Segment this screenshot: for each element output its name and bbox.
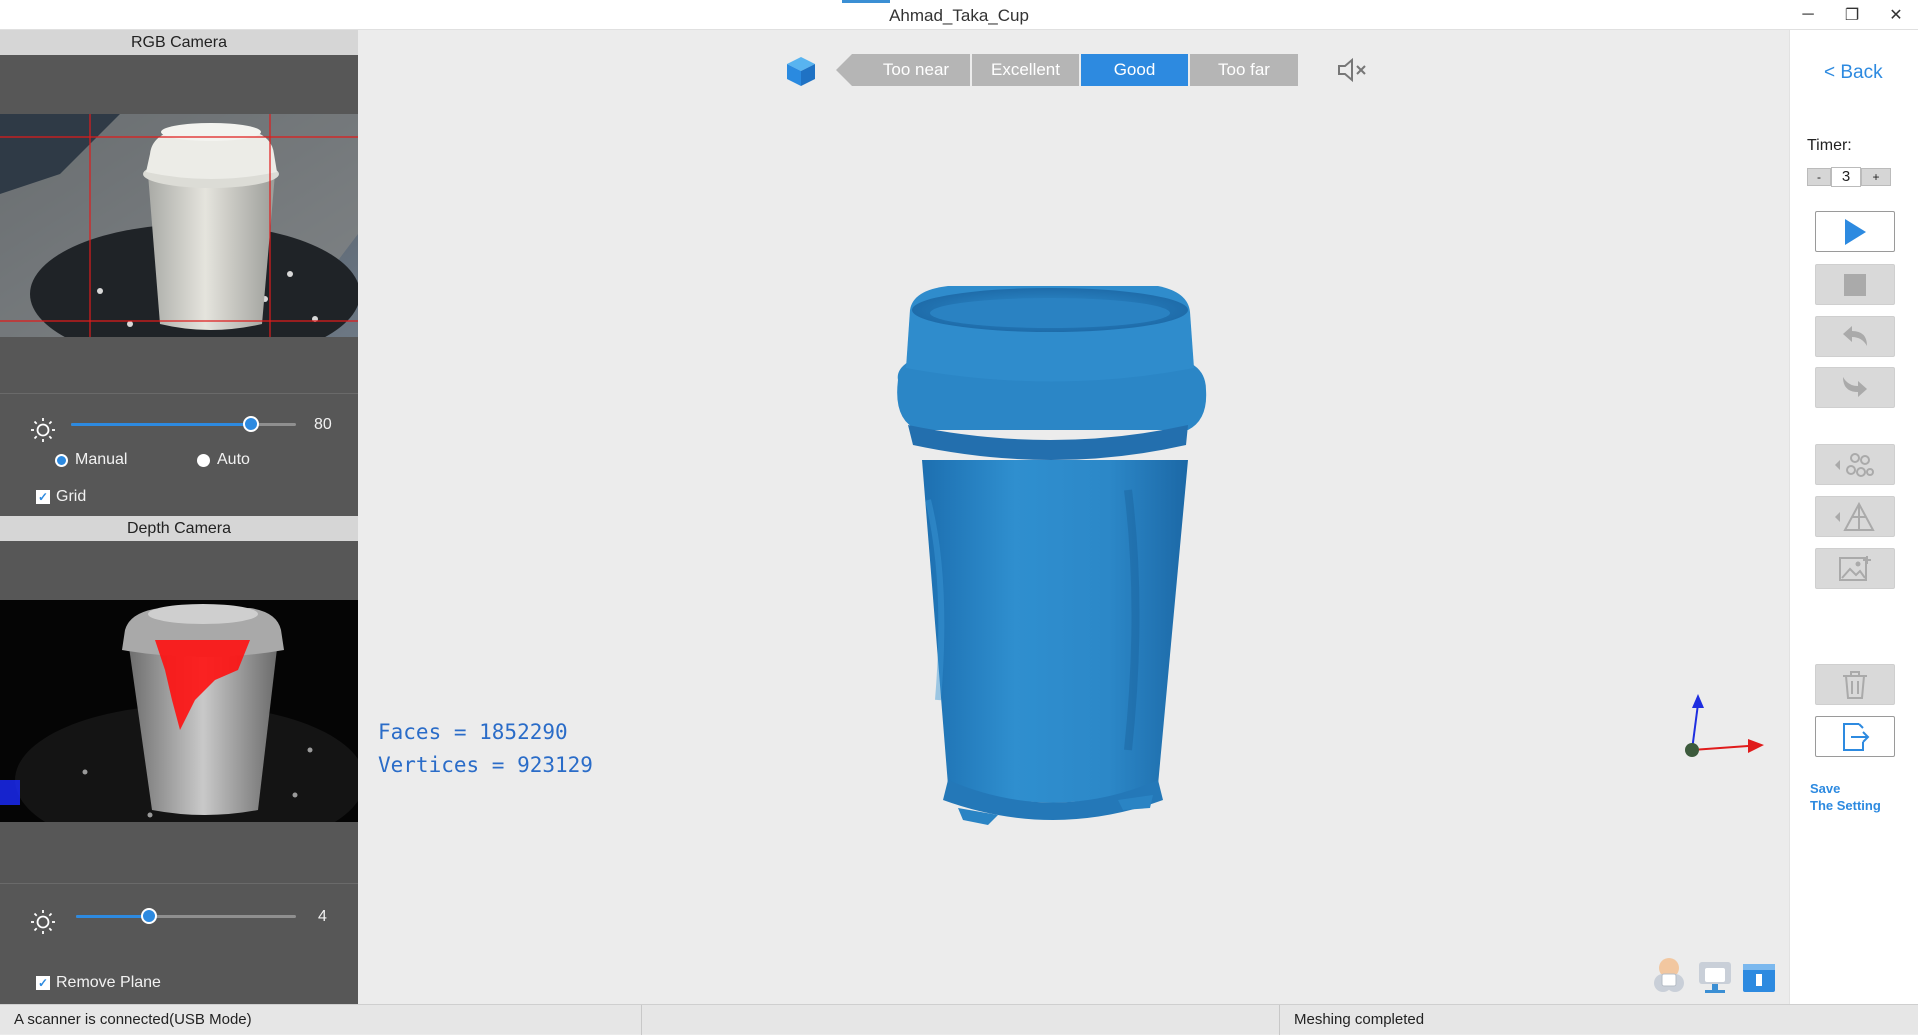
rgb-camera-header: RGB Camera	[0, 30, 358, 55]
timer-decrement-button[interactable]: -	[1807, 168, 1831, 186]
redo-icon	[1843, 376, 1867, 397]
brightness-slider[interactable]	[71, 416, 296, 432]
mode-manual-label: Manual	[75, 451, 128, 468]
distance-too-near: Too near	[862, 54, 970, 86]
depth-camera-view	[0, 600, 358, 822]
distance-indicator: Too near Excellent Good Too far	[862, 54, 1300, 86]
redo-button[interactable]	[1815, 367, 1895, 408]
divider	[0, 883, 358, 884]
radio-indicator	[197, 453, 210, 467]
distance-too-far: Too far	[1190, 54, 1298, 86]
distance-arrow-icon	[836, 54, 862, 91]
title-bar: Ahmad_Taka_Cup ─ ❐ ✕	[0, 0, 1918, 30]
mode-auto-label: Auto	[217, 451, 250, 468]
timer-stepper: - 3 +	[1807, 167, 1891, 187]
check-icon: ✓	[36, 490, 50, 504]
remove-plane-checkbox[interactable]: ✓ Remove Plane	[36, 974, 161, 992]
save-setting-line1: Save	[1810, 781, 1841, 796]
check-icon: ✓	[36, 976, 50, 990]
brightness-value: 80	[314, 416, 332, 433]
minimize-button[interactable]: ─	[1786, 0, 1830, 30]
radio-indicator	[55, 453, 68, 467]
window-title: Ahmad_Taka_Cup	[889, 6, 1029, 25]
delete-button[interactable]	[1815, 664, 1895, 705]
status-message: Meshing completed	[1294, 1011, 1425, 1028]
mesh-icon	[1835, 501, 1875, 531]
exposure-slider[interactable]	[76, 908, 296, 924]
timer-label: Timer:	[1807, 137, 1852, 154]
faces-count: Faces = 1852290	[378, 720, 568, 744]
distance-excellent: Excellent	[972, 54, 1079, 86]
cube-icon[interactable]	[784, 54, 818, 93]
lock-icon[interactable]	[1649, 956, 1689, 1001]
texture-image-icon	[1839, 555, 1871, 581]
scanned-cup-model[interactable]	[888, 280, 1218, 860]
stop-scan-button[interactable]	[1815, 264, 1895, 305]
start-scan-button[interactable]	[1815, 211, 1895, 252]
rgb-camera-view	[0, 114, 358, 337]
brightness-slider-knob[interactable]	[243, 416, 259, 432]
status-middle	[642, 1005, 1280, 1035]
export-button[interactable]	[1815, 716, 1895, 757]
title-accent	[842, 0, 890, 3]
camera-panel: RGB Camera 80 Manual Auto ✓ Grid Depth C…	[0, 30, 358, 1004]
undo-button[interactable]	[1815, 316, 1895, 357]
back-button[interactable]: < Back	[1824, 62, 1883, 84]
maximize-button[interactable]: ❐	[1830, 0, 1874, 30]
brightness-icon	[30, 417, 56, 443]
undo-icon	[1843, 325, 1867, 346]
trash-icon	[1843, 670, 1867, 699]
texture-button[interactable]	[1815, 548, 1895, 589]
point-cloud-icon	[1835, 452, 1874, 477]
3d-viewport[interactable]: Too near Excellent Good Too far Faces = …	[358, 30, 1789, 1004]
distance-good: Good	[1081, 54, 1188, 86]
exposure-slider-fill	[76, 915, 149, 918]
play-icon	[1845, 218, 1866, 245]
scanner-lock-icon[interactable]	[1695, 956, 1735, 1001]
timer-value[interactable]: 3	[1831, 167, 1861, 187]
mode-auto-radio[interactable]: Auto	[197, 451, 250, 469]
mute-icon[interactable]	[1335, 55, 1369, 90]
status-bar: A scanner is connected(USB Mode) Meshing…	[0, 1004, 1918, 1035]
brightness-slider-fill	[71, 423, 251, 426]
timer-increment-button[interactable]: +	[1861, 168, 1891, 186]
depth-camera-image	[0, 600, 358, 822]
save-setting-link[interactable]: Save The Setting	[1810, 780, 1881, 814]
connection-status: A scanner is connected(USB Mode)	[0, 1005, 642, 1035]
vertices-count: Vertices = 923129	[378, 753, 593, 777]
grid-label: Grid	[56, 488, 87, 505]
depth-camera-header: Depth Camera	[0, 516, 358, 541]
exposure-icon	[30, 909, 56, 935]
remove-plane-label: Remove Plane	[56, 974, 161, 991]
exposure-value: 4	[318, 908, 327, 925]
tools-panel: < Back Timer: - 3 + Save The Setting	[1789, 30, 1918, 1004]
save-setting-line2: The Setting	[1810, 798, 1881, 813]
grid-checkbox[interactable]: ✓ Grid	[36, 488, 86, 506]
close-button[interactable]: ✕	[1874, 0, 1918, 30]
mesh-button[interactable]	[1815, 496, 1895, 537]
mode-manual-radio[interactable]: Manual	[55, 451, 127, 469]
export-icon	[1843, 722, 1870, 751]
exposure-slider-knob[interactable]	[140, 908, 157, 924]
turntable-lock-icon[interactable]	[1739, 958, 1779, 1001]
divider	[0, 393, 358, 394]
stop-icon	[1844, 273, 1866, 296]
point-cloud-button[interactable]	[1815, 444, 1895, 485]
rgb-camera-image	[0, 114, 358, 337]
axis-gizmo	[1685, 694, 1764, 757]
